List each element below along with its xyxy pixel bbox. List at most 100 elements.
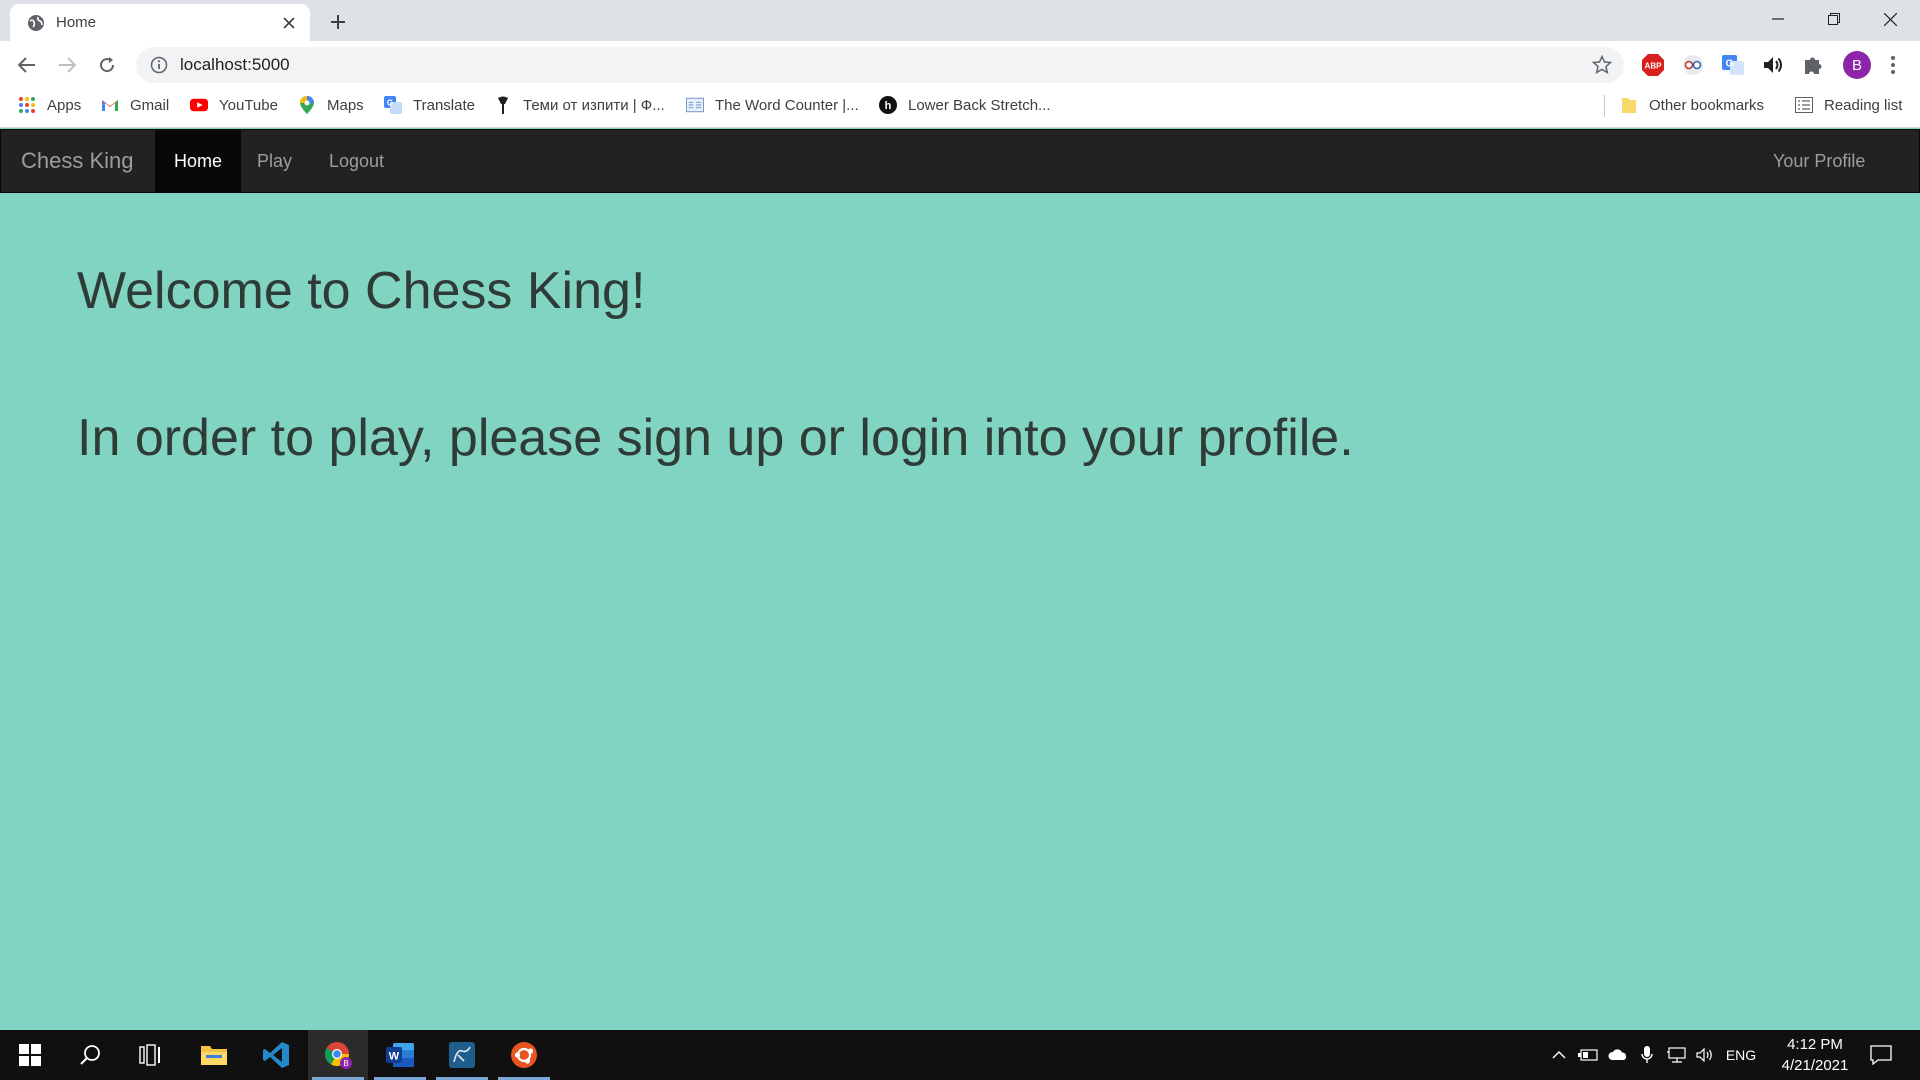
- minimize-icon: [1772, 18, 1784, 20]
- bookmarks-divider: [1604, 95, 1605, 117]
- app-navbar: Chess King Home Play Logout Your Profile: [0, 129, 1920, 193]
- forward-arrow-icon: [59, 57, 76, 73]
- bookmark-label: Maps: [327, 96, 364, 114]
- ubuntu-icon[interactable]: [494, 1030, 554, 1080]
- bookmark-apps[interactable]: Apps: [18, 88, 81, 122]
- clock-time: 4:12 PM: [1787, 1036, 1843, 1053]
- bookmark-word-counter[interactable]: The Word Counter |...: [686, 88, 859, 122]
- extensions-puzzle-icon[interactable]: [1800, 52, 1826, 78]
- volume-icon[interactable]: [1760, 52, 1786, 78]
- info-icon[interactable]: [150, 56, 168, 74]
- globe-icon: [28, 14, 44, 31]
- bookmark-exam-topics[interactable]: Теми от изпити | Ф...: [494, 88, 665, 122]
- tab-strip: Home: [0, 0, 1920, 41]
- bookmark-youtube[interactable]: YouTube: [190, 88, 278, 122]
- bookmark-label: Gmail: [130, 96, 170, 114]
- new-tab-button[interactable]: [324, 8, 352, 36]
- task-view-icon[interactable]: [120, 1030, 180, 1080]
- bookmark-lower-back-stretch[interactable]: h Lower Back Stretch...: [879, 88, 1051, 122]
- file-explorer-icon[interactable]: [184, 1030, 244, 1080]
- reading-list-label: Reading list: [1824, 96, 1903, 114]
- reader-extension-icon[interactable]: [1680, 52, 1706, 78]
- close-window-button[interactable]: [1862, 0, 1918, 38]
- healthline-icon: h: [879, 96, 897, 114]
- bookmark-label: Lower Back Stretch...: [908, 96, 1051, 114]
- reload-icon: [100, 57, 115, 73]
- battery-icon[interactable]: [1576, 1030, 1600, 1080]
- welcome-heading: Welcome to Chess King!: [77, 262, 646, 320]
- reading-list[interactable]: Reading list: [1795, 88, 1902, 122]
- bookmark-star-icon[interactable]: [1592, 55, 1612, 75]
- apps-grid-icon: [18, 96, 36, 114]
- speaker-icon[interactable]: [1694, 1030, 1716, 1080]
- brand-text: Chess King: [21, 148, 134, 173]
- tab-title: Home: [56, 14, 97, 31]
- back-button[interactable]: [11, 49, 43, 81]
- svg-text:G: G: [387, 99, 393, 108]
- bookmark-label: Apps: [47, 96, 82, 114]
- bookmark-label: Translate: [413, 96, 475, 114]
- reading-list-icon: [1795, 96, 1813, 114]
- vscode-icon[interactable]: [246, 1030, 306, 1080]
- mysql-workbench-icon[interactable]: [432, 1030, 492, 1080]
- translate-icon: G: [384, 96, 402, 114]
- notification-center-icon[interactable]: [1862, 1030, 1900, 1080]
- bookmark-maps[interactable]: Maps: [298, 88, 364, 122]
- windows-taskbar: B W ENG 4:12 PM 4/21/2021: [0, 1030, 1920, 1080]
- browser-toolbar: localhost:5000 ABP G B: [0, 41, 1920, 88]
- back-arrow-icon: [18, 57, 35, 73]
- system-clock[interactable]: 4:12 PM 4/21/2021: [1760, 1034, 1870, 1076]
- chrome-icon[interactable]: B: [308, 1030, 368, 1080]
- bookmarks-bar: Apps Gmail YouTube Maps G Translate Теми…: [0, 88, 1920, 128]
- svg-text:ABP: ABP: [1645, 62, 1663, 71]
- reload-button[interactable]: [91, 49, 123, 81]
- other-bookmarks[interactable]: Other bookmarks: [1620, 88, 1764, 122]
- bookmark-label: Теми от изпити | Ф...: [523, 96, 665, 114]
- forward-button[interactable]: [51, 49, 83, 81]
- nav-logout-link[interactable]: Logout: [310, 130, 403, 192]
- bookmark-gmail[interactable]: Gmail: [101, 88, 169, 122]
- url-text[interactable]: localhost:5000: [180, 55, 290, 75]
- network-icon[interactable]: [1664, 1030, 1688, 1080]
- close-tab-icon[interactable]: [278, 12, 300, 34]
- svg-text:G: G: [1726, 59, 1734, 70]
- bookmark-label: YouTube: [219, 96, 278, 114]
- google-translate-icon[interactable]: G: [1720, 52, 1746, 78]
- youtube-icon: [190, 96, 208, 114]
- input-language[interactable]: ENG: [1722, 1030, 1760, 1080]
- nav-home-link[interactable]: Home: [155, 130, 242, 192]
- plus-icon: [331, 15, 345, 29]
- torch-icon: [494, 96, 512, 114]
- restore-button[interactable]: [1806, 0, 1862, 38]
- brand-link[interactable]: Chess King: [21, 130, 134, 192]
- close-icon: [1883, 12, 1897, 26]
- other-bookmarks-label: Other bookmarks: [1649, 96, 1765, 114]
- svg-text:h: h: [885, 100, 892, 112]
- word-counter-icon: [686, 96, 704, 114]
- maps-pin-icon: [298, 96, 316, 114]
- minimize-button[interactable]: [1750, 0, 1806, 38]
- browser-tab[interactable]: Home: [10, 4, 310, 41]
- nav-play-link[interactable]: Play: [238, 130, 311, 192]
- clock-date: 4/21/2021: [1781, 1057, 1849, 1074]
- show-hidden-icons-chevron-icon[interactable]: [1548, 1030, 1570, 1080]
- microphone-icon[interactable]: [1636, 1030, 1658, 1080]
- onedrive-cloud-icon[interactable]: [1606, 1030, 1630, 1080]
- windows-start-icon[interactable]: [0, 1030, 60, 1080]
- svg-text:W: W: [389, 1051, 400, 1063]
- bookmark-translate[interactable]: G Translate: [384, 88, 475, 122]
- menu-kebab-icon[interactable]: [1880, 52, 1906, 78]
- login-prompt: In order to play, please sign up or logi…: [77, 409, 1354, 468]
- restore-icon: [1828, 13, 1840, 25]
- main-content: Welcome to Chess King! In order to play,…: [77, 260, 1777, 470]
- word-icon[interactable]: W: [370, 1030, 430, 1080]
- address-bar[interactable]: localhost:5000: [136, 47, 1624, 83]
- nav-profile-link[interactable]: Your Profile: [1754, 130, 1884, 192]
- profile-initial: B: [1851, 56, 1862, 74]
- adblock-plus-icon[interactable]: ABP: [1640, 52, 1666, 78]
- folder-icon: [1620, 96, 1638, 114]
- gmail-icon: [101, 96, 119, 114]
- profile-avatar[interactable]: B: [1840, 48, 1874, 82]
- bookmark-label: The Word Counter |...: [715, 96, 859, 114]
- search-icon[interactable]: [60, 1030, 120, 1080]
